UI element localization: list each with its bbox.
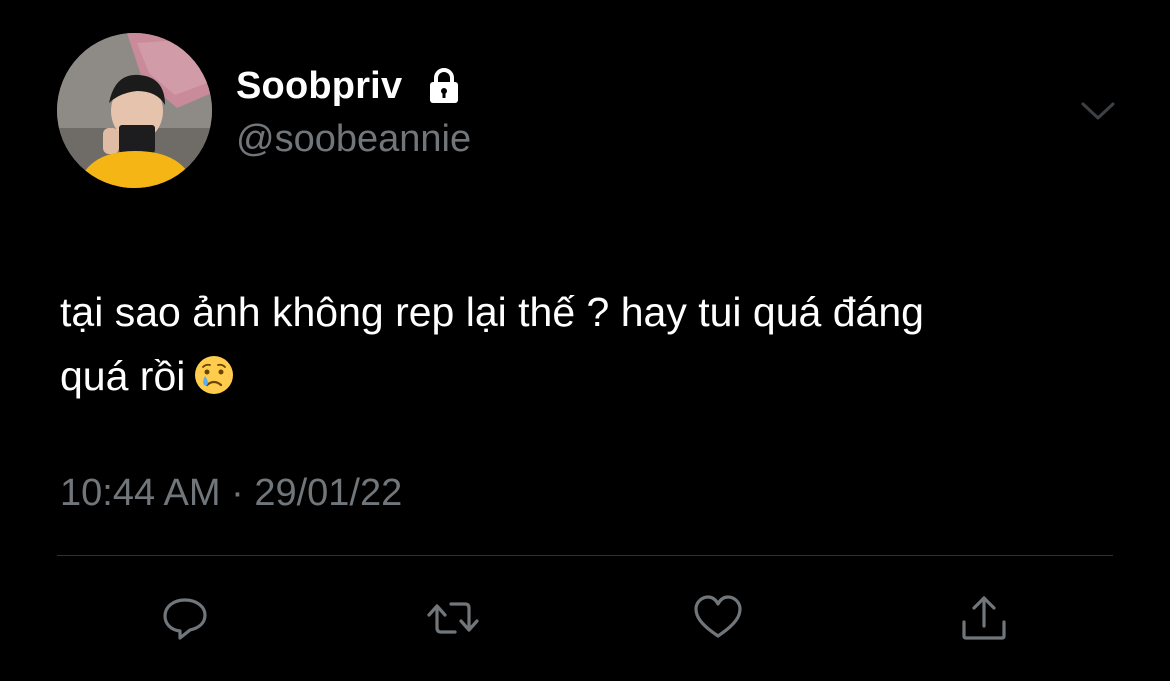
tweet-date: 29/01/22: [254, 472, 403, 514]
comment-icon: [163, 598, 207, 640]
share-button[interactable]: [956, 590, 1012, 646]
display-name[interactable]: Soobpriv: [236, 65, 402, 108]
tweet-timestamp[interactable]: 10:44 AM · 29/01/22: [60, 472, 402, 515]
tweet-text: tại sao ảnh không rep lại thế ? hay tui …: [60, 280, 1155, 408]
name-row: Soobpriv: [236, 62, 464, 110]
tweet-time: 10:44 AM: [60, 472, 221, 514]
meta-separator: ·: [220, 472, 255, 514]
retweet-icon: [427, 602, 479, 634]
avatar-photo: [57, 33, 212, 188]
crying-face-emoji-icon: [193, 350, 235, 394]
user-handle[interactable]: @soobeannie: [236, 118, 471, 161]
tweet-text-line: quá rồi: [60, 344, 1155, 408]
chevron-down-icon[interactable]: [1078, 96, 1118, 126]
heart-icon: [694, 595, 742, 638]
tweet-text-line-end: quá rồi: [60, 353, 186, 399]
like-button[interactable]: [690, 590, 746, 646]
reply-button[interactable]: [157, 590, 213, 646]
avatar[interactable]: [57, 33, 212, 188]
lock-icon: [424, 66, 464, 106]
tweet-text-line: tại sao ảnh không rep lại thế ? hay tui …: [60, 289, 924, 335]
tweet-card: Soobpriv @soobeannie tại sao ảnh không r…: [0, 0, 1170, 681]
share-icon: [962, 596, 1006, 640]
divider: [57, 555, 1113, 556]
retweet-button[interactable]: [425, 590, 481, 646]
